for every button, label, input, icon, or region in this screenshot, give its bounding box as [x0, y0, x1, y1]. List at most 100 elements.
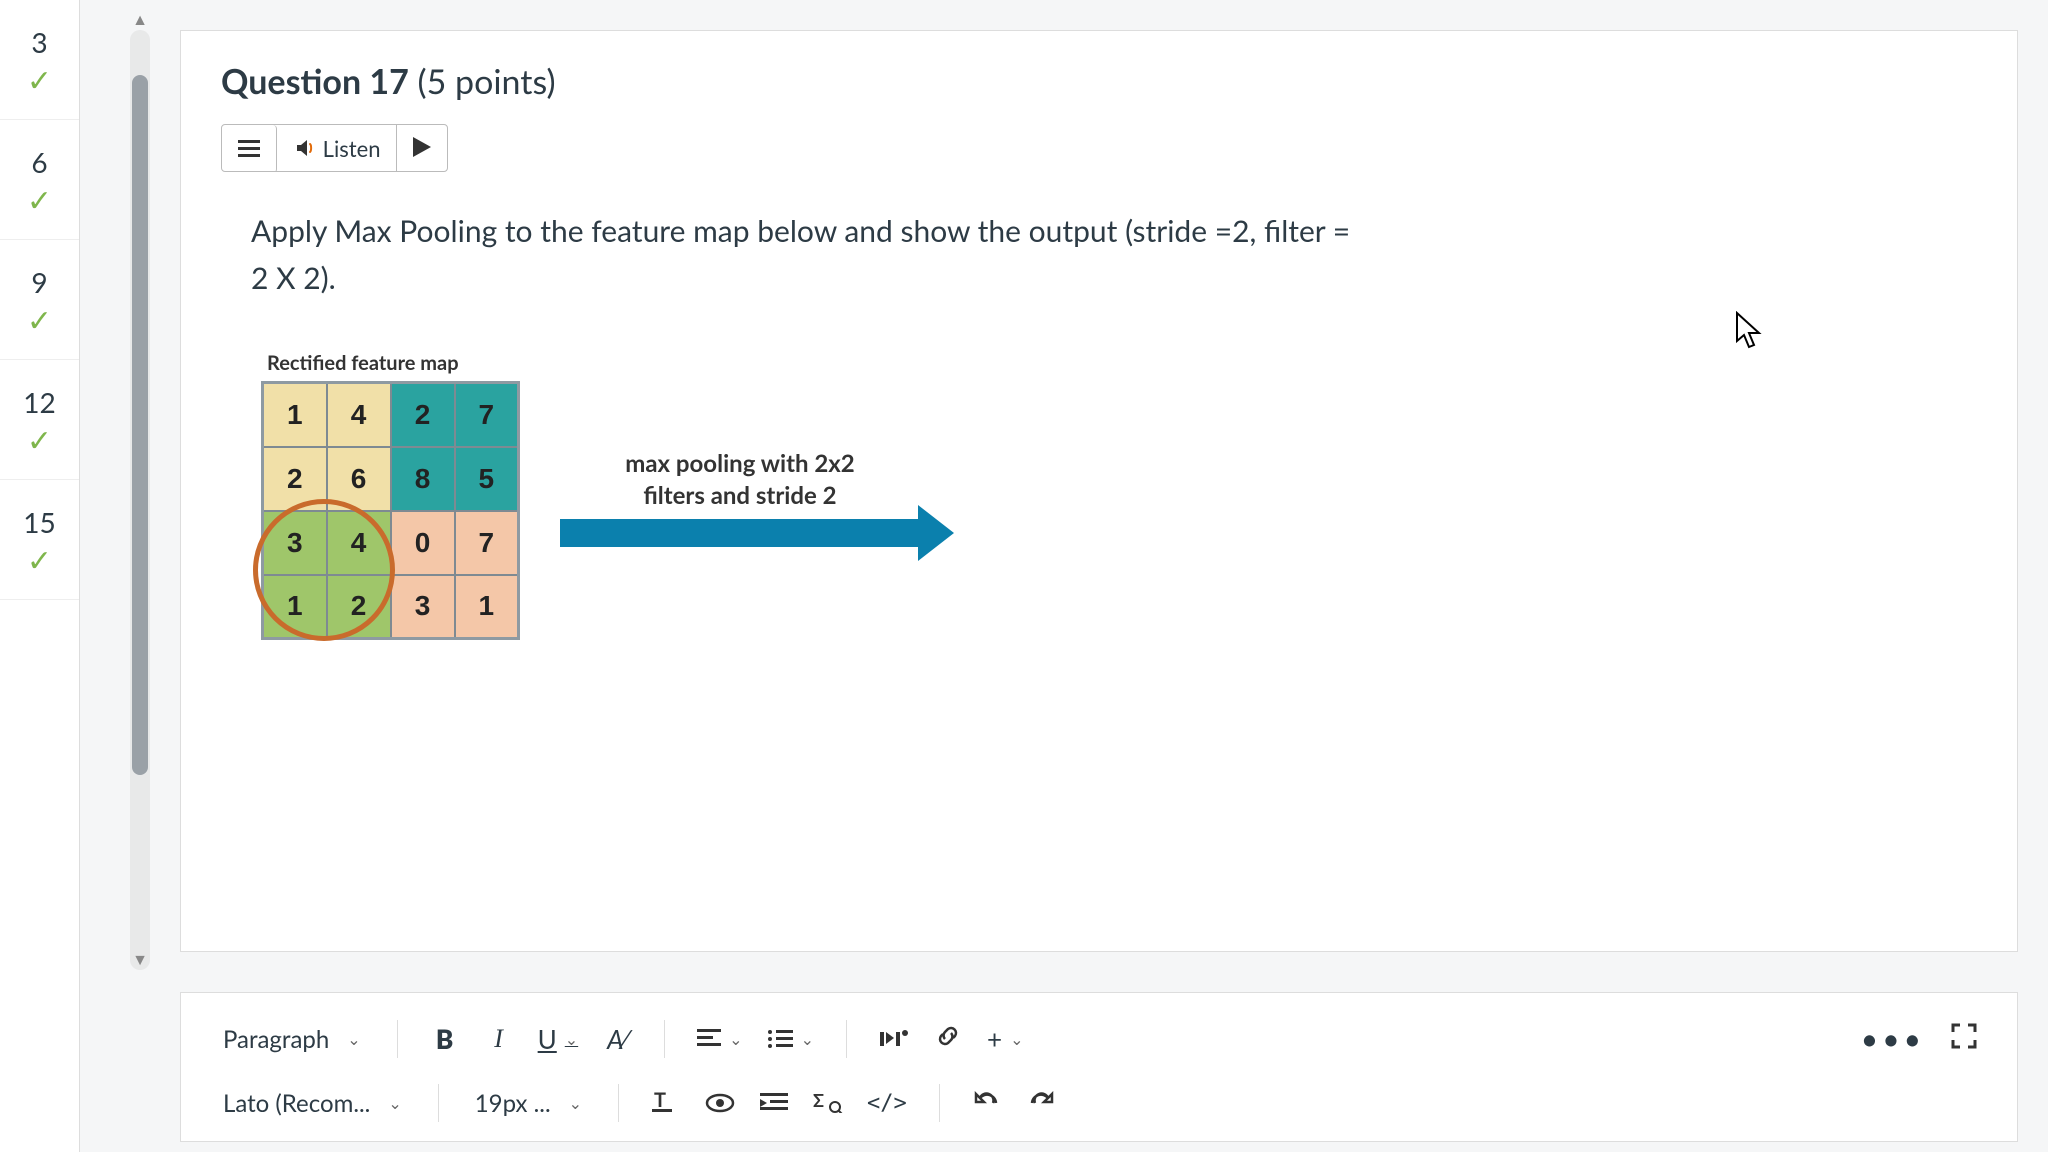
prompt-line-2: 2 X 2). [251, 260, 336, 296]
insert-plus-button[interactable]: +⌄ [977, 1015, 1034, 1063]
speaker-icon [293, 136, 317, 160]
equation-icon: Σ [813, 1087, 843, 1119]
chevron-down-icon: ⌄ [801, 1030, 814, 1049]
nav-question-3[interactable]: 3 ✓ [0, 0, 79, 120]
underline-button[interactable]: U⌄ [528, 1015, 589, 1063]
bold-button[interactable]: B [420, 1015, 470, 1063]
redo-icon [1028, 1087, 1054, 1119]
play-icon [413, 135, 431, 162]
text-color-icon: A⁄ [607, 1023, 627, 1055]
listen-button[interactable]: Listen [277, 125, 397, 171]
feature-map-wrapper: Rectified feature map 1 4 2 7 2 6 8 5 [261, 351, 520, 644]
arrow-label-line-1: max pooling with 2x2 [625, 449, 854, 478]
code-icon: </> [867, 1091, 907, 1116]
scroll-down-icon[interactable]: ▼ [130, 950, 150, 970]
arrow-right-icon [560, 519, 920, 547]
font-size-dropdown[interactable]: 19px ... ⌄ [461, 1079, 596, 1127]
check-icon: ✓ [27, 305, 52, 335]
feature-map-cell: 3 [391, 575, 455, 639]
redo-button[interactable] [1016, 1079, 1066, 1127]
block-format-dropdown[interactable]: Paragraph ⌄ [209, 1015, 375, 1063]
chevron-down-icon: ⌄ [1010, 1030, 1023, 1049]
listen-toolbar: Listen [221, 124, 448, 172]
undo-button[interactable] [962, 1079, 1012, 1127]
indent-icon [760, 1087, 788, 1119]
feature-map-cell: 6 [327, 447, 391, 511]
font-size-label: 19px ... [475, 1089, 551, 1118]
question-prompt: Apply Max Pooling to the feature map bel… [251, 208, 1947, 301]
listen-play-button[interactable] [397, 125, 447, 171]
underline-label: U [538, 1023, 557, 1055]
feature-map-cell: 1 [263, 383, 327, 447]
rich-text-editor-toolbar: Paragraph ⌄ B I U⌄ A⁄ ⌄ ⌄ +⌄ [180, 992, 2018, 1142]
chevron-down-icon: ⌄ [388, 1094, 401, 1113]
equation-button[interactable]: Σ [803, 1079, 853, 1127]
feature-map-grid: 1 4 2 7 2 6 8 5 3 4 0 7 [261, 381, 520, 640]
arrow-label-group: max pooling with 2x2 filters and stride … [560, 448, 920, 546]
feature-map-cell: 4 [327, 511, 391, 575]
check-icon: ✓ [27, 65, 52, 95]
font-family-dropdown[interactable]: Lato (Recom... ⌄ [209, 1079, 416, 1127]
feature-map-cell: 2 [263, 447, 327, 511]
chevron-down-icon: ⌄ [729, 1030, 742, 1049]
menu-icon [238, 136, 260, 163]
plus-icon: + [987, 1023, 1002, 1055]
link-icon [934, 1022, 962, 1056]
arrow-label-line-2: filters and stride 2 [643, 481, 836, 510]
eye-icon [705, 1087, 735, 1119]
feature-map-cell: 3 [263, 511, 327, 575]
nav-question-9[interactable]: 9 ✓ [0, 240, 79, 360]
vertical-scrollbar[interactable]: ▲ ▼ [130, 30, 150, 970]
code-view-button[interactable]: </> [857, 1079, 917, 1127]
question-figure: Rectified feature map 1 4 2 7 2 6 8 5 [261, 351, 1977, 644]
italic-button[interactable]: I [474, 1015, 524, 1063]
fullscreen-button[interactable] [1939, 1015, 1989, 1063]
nav-question-number: 12 [23, 385, 55, 419]
chevron-down-icon: ⌄ [347, 1030, 360, 1049]
clear-formatting-button[interactable]: T [641, 1079, 691, 1127]
scrollbar-thumb[interactable] [132, 75, 148, 775]
nav-question-12[interactable]: 12 ✓ [0, 360, 79, 480]
accessibility-button[interactable] [695, 1079, 745, 1127]
link-button[interactable] [923, 1015, 973, 1063]
feature-map-cell: 7 [455, 511, 519, 575]
align-button[interactable]: ⌄ [687, 1015, 752, 1063]
italic-label: I [494, 1024, 503, 1054]
nav-question-number: 6 [31, 145, 47, 179]
question-label-prefix: Question [221, 61, 369, 102]
feature-map-cell: 8 [391, 447, 455, 511]
cursor-icon [1735, 311, 1767, 360]
chevron-down-icon: ⌄ [565, 1030, 578, 1049]
svg-text:Σ: Σ [813, 1089, 824, 1111]
undo-icon [974, 1087, 1000, 1119]
list-button[interactable]: ⌄ [757, 1015, 824, 1063]
block-format-label: Paragraph [223, 1025, 329, 1054]
listen-label: Listen [323, 135, 381, 162]
feature-map-cell: 2 [391, 383, 455, 447]
font-family-label: Lato (Recom... [223, 1089, 370, 1118]
more-tools-button[interactable]: ••• [1851, 1015, 1935, 1063]
scroll-up-icon[interactable]: ▲ [130, 10, 150, 30]
bold-label: B [436, 1023, 453, 1055]
feature-map-cell: 5 [455, 447, 519, 511]
feature-map-cell: 7 [455, 383, 519, 447]
text-color-button[interactable]: A⁄ [592, 1015, 642, 1063]
media-button[interactable] [869, 1015, 919, 1063]
listen-menu-button[interactable] [222, 125, 277, 172]
prompt-line-1: Apply Max Pooling to the feature map bel… [251, 213, 1350, 249]
check-icon: ✓ [27, 185, 52, 215]
indent-button[interactable] [749, 1079, 799, 1127]
nav-question-number: 3 [31, 25, 47, 59]
nav-question-15[interactable]: 15 ✓ [0, 480, 79, 600]
question-points: (5 points) [409, 61, 556, 102]
question-number: 17 [369, 61, 408, 102]
bullet-list-icon [767, 1023, 793, 1055]
align-left-icon [697, 1023, 721, 1055]
feature-map-cell: 1 [263, 575, 327, 639]
clear-format-icon: T [652, 1087, 680, 1119]
check-icon: ✓ [27, 545, 52, 575]
chevron-down-icon: ⌄ [569, 1094, 582, 1113]
arrow-label: max pooling with 2x2 filters and stride … [625, 448, 854, 510]
nav-question-6[interactable]: 6 ✓ [0, 120, 79, 240]
feature-map-cell: 0 [391, 511, 455, 575]
